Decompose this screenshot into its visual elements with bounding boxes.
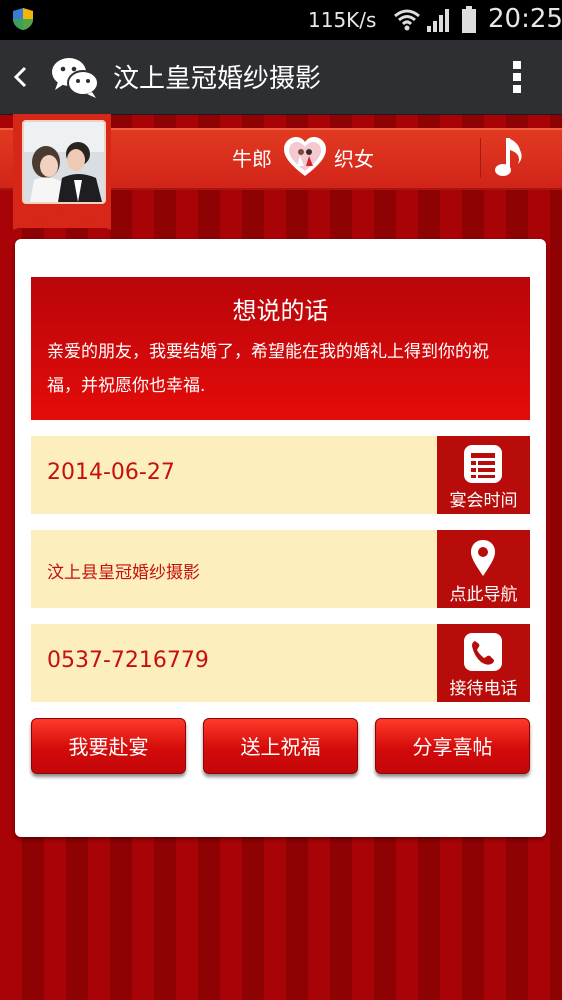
- info-row-date: 2014-06-27 宴会时间: [31, 436, 530, 514]
- call-label: 接待电话: [449, 679, 518, 699]
- attend-button[interactable]: 我要赴宴: [31, 718, 186, 774]
- page-title: 汶上皇冠婚纱摄影: [113, 64, 322, 94]
- status-bar: 115K/s 20:25: [0, 0, 562, 40]
- navigate-label: 点此导航: [449, 585, 518, 605]
- couple-photo: [22, 120, 106, 204]
- heart-icon: [284, 137, 326, 176]
- contact-phone: 0537-7216779: [47, 648, 209, 673]
- clock: 20:25: [488, 4, 562, 34]
- phone-icon: [464, 633, 502, 671]
- message-title: 想说的话: [232, 297, 329, 325]
- groom-name: 牛郎: [232, 147, 272, 171]
- info-row-phone: 0537-7216779 接待电话: [31, 624, 530, 702]
- shield-icon: [13, 8, 33, 30]
- venue-address: 汶上县皇冠婚纱摄影: [47, 563, 200, 583]
- calendar-icon: [464, 445, 502, 483]
- share-invitation-button[interactable]: 分享喜帖: [375, 718, 530, 774]
- bride-name: 织女: [334, 147, 374, 171]
- back-icon[interactable]: [12, 60, 28, 94]
- navigate-button[interactable]: 点此导航: [437, 530, 530, 608]
- more-icon[interactable]: [508, 58, 526, 96]
- wifi-icon: [394, 9, 420, 31]
- message-box: 想说的话 亲爱的朋友，我要结婚了，希望能在我的婚礼上得到你的祝福，并祝愿你也幸福…: [31, 277, 530, 420]
- battery-icon: [462, 6, 476, 33]
- location-pin-icon: [471, 540, 495, 576]
- ribbon-tail: [13, 208, 111, 230]
- wechat-icon: [52, 58, 99, 98]
- music-icon[interactable]: [494, 134, 530, 182]
- send-blessing-button[interactable]: 送上祝福: [203, 718, 358, 774]
- info-row-address: 汶上县皇冠婚纱摄影 点此导航: [31, 530, 530, 608]
- signal-icon: [427, 9, 449, 32]
- banquet-date: 2014-06-27: [47, 460, 175, 485]
- couple-names: 牛郎 织女: [230, 136, 380, 180]
- app-header: 汶上皇冠婚纱摄影: [0, 40, 562, 115]
- message-body: 亲爱的朋友，我要结婚了，希望能在我的婚礼上得到你的祝福，并祝愿你也幸福.: [47, 342, 489, 396]
- banquet-time-label: 宴会时间: [449, 491, 518, 511]
- divider: [480, 138, 481, 178]
- network-speed: 115K/s: [308, 8, 377, 32]
- call-button[interactable]: 接待电话: [437, 624, 530, 702]
- banquet-time-button[interactable]: 宴会时间: [437, 436, 530, 514]
